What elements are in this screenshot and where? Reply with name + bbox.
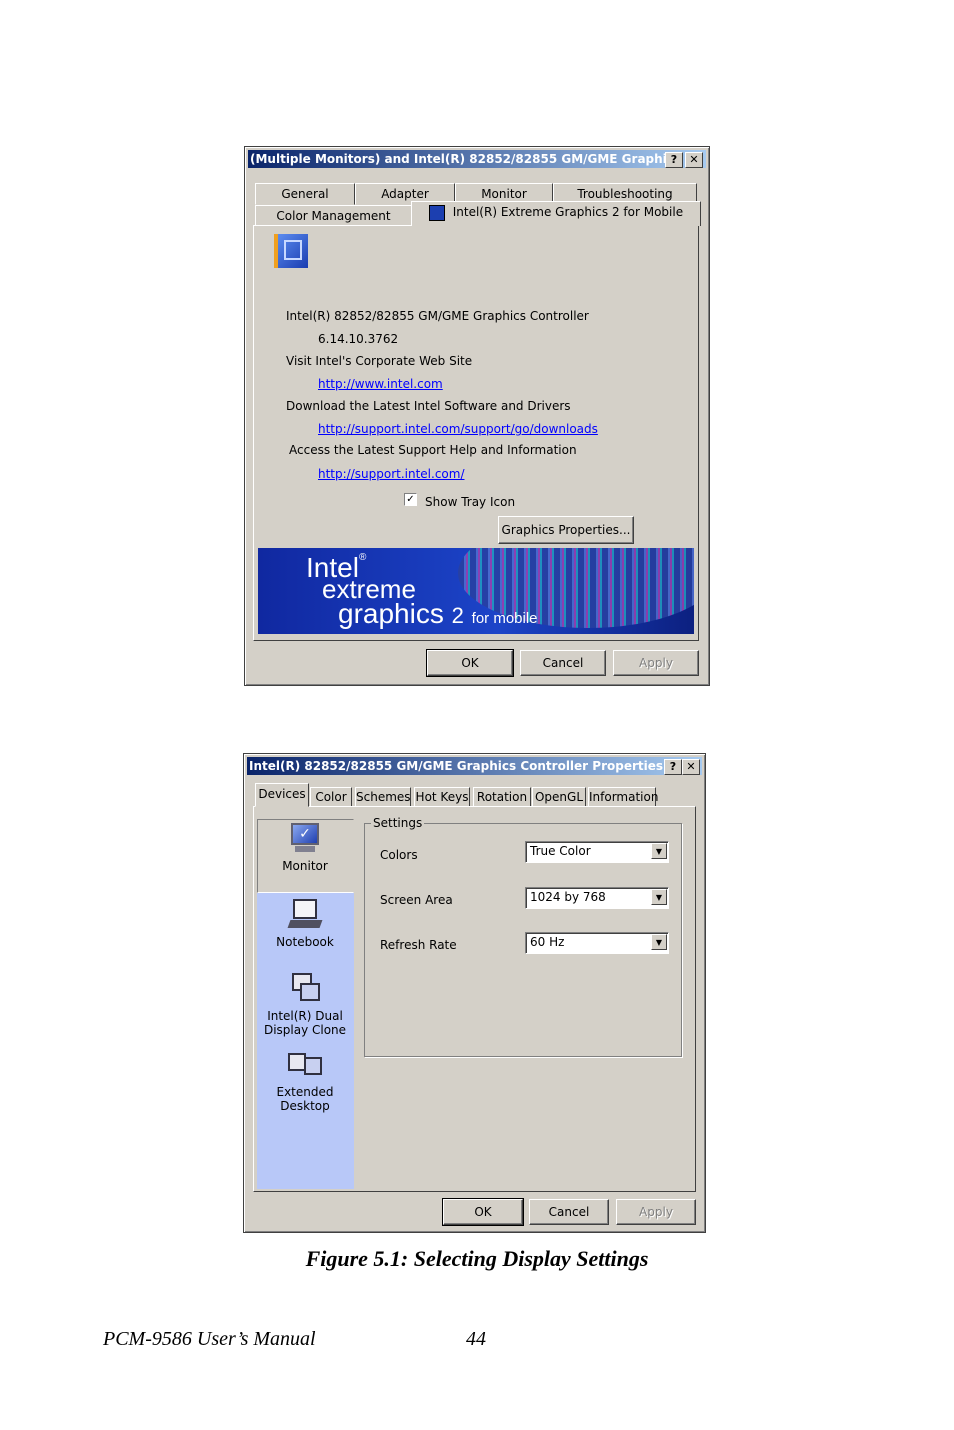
notebook-icon <box>287 899 323 933</box>
tab-intel-label: Intel(R) Extreme Graphics 2 for Mobile <box>452 205 684 219</box>
figure-caption: Figure 5.1: Selecting Display Settings <box>305 1246 649 1271</box>
chevron-down-icon[interactable]: ▼ <box>651 889 667 905</box>
device-extended-desktop[interactable]: Extended Desktop <box>257 1049 353 1113</box>
banner-version: 2 <box>451 603 464 628</box>
dual-display-clone-icon <box>288 973 322 1007</box>
chevron-down-icon[interactable]: ▼ <box>651 843 667 859</box>
device-notebook[interactable]: Notebook <box>257 899 353 949</box>
intel-graphics-tab-icon <box>428 204 445 221</box>
devices-tab-panel: ✓ Monitor Notebook Intel(R) Dual Display… <box>253 806 696 1192</box>
banner-line2: graphics <box>338 598 444 629</box>
ok-button[interactable]: OK <box>442 1198 524 1226</box>
display-properties-dialog: (Multiple Monitors) and Intel(R) 82852/8… <box>244 146 710 686</box>
screen-area-value: 1024 by 768 <box>530 890 606 904</box>
dialog-title: (Multiple Monitors) and Intel(R) 82852/8… <box>250 152 681 166</box>
screen-area-label: Screen Area <box>380 893 453 907</box>
settings-group: Settings Colors True Color ▼ Screen Area… <box>364 816 682 1057</box>
tab-intel-extreme-graphics[interactable]: Intel(R) Extreme Graphics 2 for Mobile <box>411 201 701 226</box>
controller-name: Intel(R) 82852/82855 GM/GME Graphics Con… <box>286 309 589 323</box>
help-button[interactable]: ? <box>664 759 682 775</box>
support-link[interactable]: http://support.intel.com/ <box>318 467 465 481</box>
device-dual-clone-label-2: Display Clone <box>263 1023 347 1037</box>
footer-page-number: 44 <box>466 1328 486 1350</box>
device-dual-display-clone[interactable]: Intel(R) Dual Display Clone <box>257 973 353 1037</box>
intel-website-link[interactable]: http://www.intel.com <box>318 377 443 391</box>
tab-general[interactable]: General <box>255 183 355 205</box>
footer-manual-title: PCM-9586 User’s Manual <box>103 1328 316 1350</box>
ok-button[interactable]: OK <box>426 649 514 677</box>
tab-hot-keys[interactable]: Hot Keys <box>414 787 470 807</box>
tab-opengl[interactable]: OpenGL <box>532 787 586 807</box>
visit-label: Visit Intel's Corporate Web Site <box>286 354 473 368</box>
cancel-button[interactable]: Cancel <box>520 650 606 676</box>
device-extended-desktop-label: Extended Desktop <box>276 1085 334 1113</box>
driver-version: 6.14.10.3762 <box>318 332 399 346</box>
monitor-icon: ✓ <box>288 823 322 857</box>
banner-suffix: for mobile <box>471 610 538 627</box>
intel-extreme-graphics-banner: Intel® extreme graphics 2 for mobile <box>258 548 694 634</box>
tab-schemes[interactable]: Schemes <box>355 787 411 807</box>
download-label: Download the Latest Intel Software and D… <box>286 399 571 413</box>
intel-graphics-product-icon <box>274 234 308 268</box>
dialog-title-bar[interactable]: Intel(R) 82852/82855 GM/GME Graphics Con… <box>247 757 702 775</box>
tab-devices[interactable]: Devices <box>255 783 309 807</box>
tab-information[interactable]: Information <box>588 787 658 807</box>
settings-group-label: Settings <box>371 816 425 830</box>
device-monitor[interactable]: ✓ Monitor <box>257 823 353 873</box>
close-button[interactable]: ✕ <box>685 152 703 168</box>
screen-area-select[interactable]: 1024 by 768 ▼ <box>525 887 669 909</box>
tab-color[interactable]: Color <box>310 787 352 807</box>
colors-label: Colors <box>380 848 418 862</box>
device-list: ✓ Monitor Notebook Intel(R) Dual Display… <box>257 819 354 1189</box>
device-dual-clone-label-1: Intel(R) Dual <box>267 1009 343 1023</box>
tab-color-management[interactable]: Color Management <box>255 205 412 227</box>
dialog-title-bar[interactable]: (Multiple Monitors) and Intel(R) 82852/8… <box>248 150 706 168</box>
extended-desktop-icon <box>288 1049 322 1083</box>
refresh-rate-label: Refresh Rate <box>380 938 457 952</box>
close-button[interactable]: ✕ <box>682 759 700 775</box>
dialog-title: Intel(R) 82852/82855 GM/GME Graphics Con… <box>249 759 664 773</box>
graphics-properties-button[interactable]: Graphics Properties... <box>498 516 634 544</box>
colors-select[interactable]: True Color ▼ <box>525 841 669 863</box>
cancel-button[interactable]: Cancel <box>529 1199 609 1225</box>
refresh-rate-select[interactable]: 60 Hz ▼ <box>525 932 669 954</box>
intel-tab-panel: Intel(R) 82852/82855 GM/GME Graphics Con… <box>253 225 699 641</box>
show-tray-icon-checkbox[interactable]: ✓ <box>404 493 417 506</box>
help-button[interactable]: ? <box>665 152 683 168</box>
colors-value: True Color <box>530 844 591 858</box>
chevron-down-icon[interactable]: ▼ <box>651 934 667 950</box>
tab-rotation[interactable]: Rotation <box>473 787 531 807</box>
refresh-rate-value: 60 Hz <box>530 935 565 949</box>
downloads-link[interactable]: http://support.intel.com/support/go/down… <box>318 422 598 436</box>
apply-button[interactable]: Apply <box>613 650 699 676</box>
apply-button[interactable]: Apply <box>616 1199 696 1225</box>
device-monitor-label: Monitor <box>282 859 328 873</box>
support-label: Access the Latest Support Help and Infor… <box>289 443 577 457</box>
device-notebook-label: Notebook <box>276 935 334 949</box>
show-tray-icon-label: Show Tray Icon <box>425 495 516 509</box>
graphics-controller-properties-dialog: Intel(R) 82852/82855 GM/GME Graphics Con… <box>243 753 706 1233</box>
